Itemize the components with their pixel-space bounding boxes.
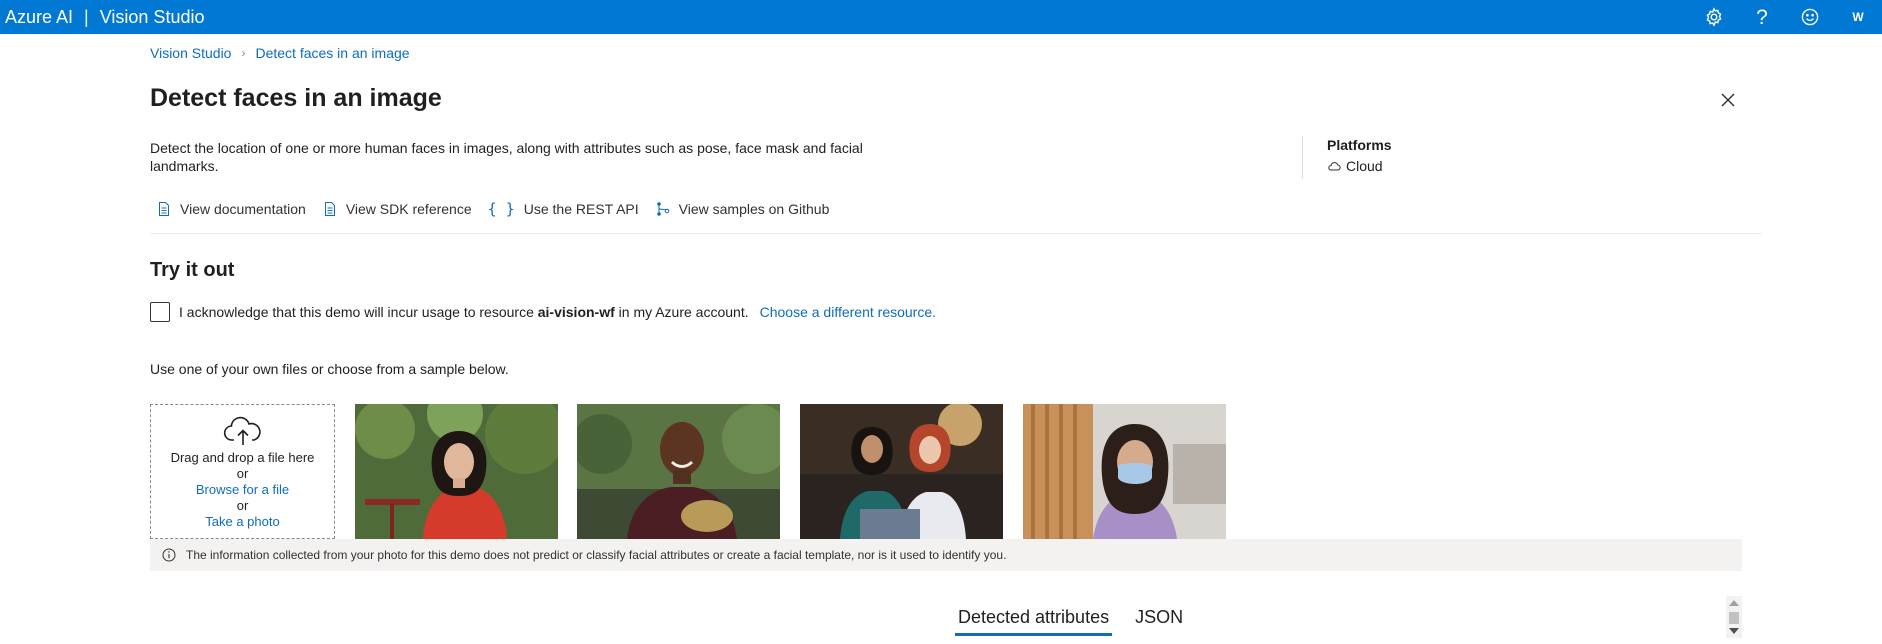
sample-image-3[interactable]: [800, 404, 1003, 539]
acknowledge-text-suffix: in my Azure account.: [618, 304, 749, 320]
resource-links: View documentation View SDK reference { …: [156, 200, 845, 218]
top-bar: Azure AI | Vision Studio ? W: [0, 0, 1882, 34]
document-icon: [324, 202, 335, 216]
tab-json[interactable]: JSON: [1132, 604, 1186, 636]
view-documentation-link[interactable]: View documentation: [156, 201, 306, 217]
brand-separator: |: [84, 6, 89, 27]
tab-detected-attributes[interactable]: Detected attributes: [955, 604, 1113, 636]
acknowledge-row: I acknowledge that this demo will incur …: [150, 302, 936, 322]
scroll-down-arrow-icon[interactable]: [1729, 628, 1739, 634]
privacy-info-bar: The information collected from your phot…: [150, 539, 1742, 571]
platform-label: Cloud: [1346, 158, 1383, 174]
document-icon: [159, 202, 169, 216]
divider: [150, 233, 1762, 234]
scrollbar-thumb[interactable]: [1729, 612, 1739, 624]
try-it-out-title: Try it out: [150, 259, 235, 281]
gear-icon[interactable]: [1690, 0, 1738, 34]
cloud-upload-icon: [223, 416, 261, 445]
file-dropzone[interactable]: Drag and drop a file here or Browse for …: [150, 404, 335, 539]
cloud-icon: [1328, 162, 1341, 171]
page-title: Detect faces in an image: [150, 84, 442, 112]
use-rest-api-link[interactable]: { } Use the REST API: [488, 200, 639, 218]
feedback-smiley-icon[interactable]: [1786, 0, 1834, 34]
view-sdk-reference-link[interactable]: View SDK reference: [322, 201, 472, 217]
platforms-panel: Platforms Cloud: [1302, 136, 1392, 179]
close-icon: [1721, 93, 1735, 107]
sample-image-1[interactable]: [355, 404, 558, 539]
product-name: Vision Studio: [99, 6, 205, 27]
avatar[interactable]: W: [1834, 0, 1882, 34]
acknowledge-checkbox[interactable]: [150, 302, 170, 322]
chevron-right-icon: ›: [241, 46, 246, 60]
or-text: or: [236, 498, 249, 513]
acknowledge-text-prefix: I acknowledge that this demo will incur …: [179, 304, 534, 320]
brand-name: Azure AI: [5, 6, 74, 27]
drag-drop-text: Drag and drop a file here: [170, 450, 315, 465]
platform-cloud: Cloud: [1327, 156, 1392, 176]
breadcrumb-current-page[interactable]: Detect faces in an image: [255, 45, 409, 61]
breadcrumb-vision-studio[interactable]: Vision Studio: [150, 45, 231, 61]
help-icon[interactable]: ?: [1738, 0, 1786, 34]
sample-image-2[interactable]: [577, 404, 780, 539]
branch-icon: [656, 202, 669, 216]
choose-different-resource-link[interactable]: Choose a different resource.: [760, 304, 936, 320]
platforms-title: Platforms: [1327, 137, 1392, 153]
page-description: Detect the location of one or more human…: [150, 140, 863, 174]
braces-icon: { }: [487, 200, 515, 218]
resource-name: ai-vision-wf: [537, 304, 615, 320]
view-documentation-label: View documentation: [180, 201, 306, 217]
or-text: or: [236, 466, 249, 481]
top-bar-actions: ? W: [1690, 0, 1882, 34]
sample-instructions: Use one of your own files or choose from…: [150, 361, 509, 377]
use-rest-api-label: Use the REST API: [523, 201, 639, 217]
view-samples-github-link[interactable]: View samples on Github: [655, 201, 830, 217]
take-photo-link[interactable]: Take a photo: [205, 514, 279, 530]
info-icon: [162, 548, 176, 562]
privacy-info-text: The information collected from your phot…: [186, 548, 1007, 562]
close-button[interactable]: [1716, 88, 1740, 112]
scroll-up-arrow-icon[interactable]: [1729, 600, 1739, 606]
result-tabs: Detected attributes JSON: [955, 604, 1206, 636]
view-samples-label: View samples on Github: [678, 201, 830, 217]
breadcrumb: Vision Studio › Detect faces in an image: [150, 45, 410, 61]
sample-image-4[interactable]: [1023, 404, 1226, 539]
browse-file-link[interactable]: Browse for a file: [196, 482, 289, 498]
scrollbar[interactable]: [1726, 596, 1742, 638]
view-sdk-reference-label: View SDK reference: [345, 201, 472, 217]
brand[interactable]: Azure AI | Vision Studio: [0, 7, 204, 28]
